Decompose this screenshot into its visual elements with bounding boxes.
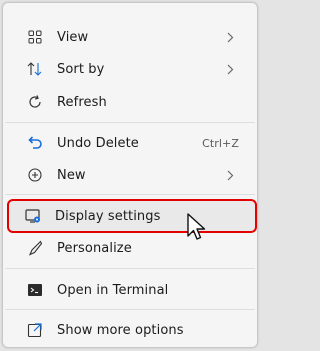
menu-item-label: Sort by [57,61,105,77]
menu-item-undo-delete[interactable]: Undo Delete Ctrl+Z [11,128,251,158]
sort-icon [27,61,43,77]
brush-icon [27,240,43,256]
menu-item-label: Show more options [57,322,184,338]
menu-item-label: Open in Terminal [57,282,169,298]
menu-divider [5,268,255,269]
refresh-icon [27,94,43,110]
desktop-context-menu-screenshot: View Sort by Refresh Undo Delete Ctrl+Z … [0,0,263,351]
menu-item-show-more-options[interactable]: Show more options [11,315,251,345]
menu-item-view[interactable]: View [11,22,251,52]
menu-item-display-settings[interactable]: Display settings [7,199,257,233]
external-icon [27,322,43,338]
menu-item-open-in-terminal[interactable]: Open in Terminal [11,275,251,305]
mouse-pointer-icon [187,213,206,240]
menu-divider [5,309,255,310]
context-menu: View Sort by Refresh Undo Delete Ctrl+Z … [2,2,258,348]
menu-item-label: Display settings [55,208,161,224]
menu-item-label: View [57,29,89,45]
menu-item-label: New [57,167,86,183]
display-icon [25,208,41,224]
menu-item-label: Personalize [57,240,132,256]
grid-icon [27,29,43,45]
chevron-right-icon [225,31,235,43]
undo-icon [27,135,43,151]
menu-item-label: Undo Delete [57,135,139,151]
plus-circle-icon [27,167,43,183]
shortcut-text: Ctrl+Z [202,136,239,150]
menu-item-refresh[interactable]: Refresh [11,87,251,117]
menu-item-personalize[interactable]: Personalize [11,233,251,263]
menu-item-label: Refresh [57,94,107,110]
menu-item-new[interactable]: New [11,160,251,190]
chevron-right-icon [225,169,235,181]
chevron-right-icon [225,63,235,75]
menu-divider [5,194,255,195]
menu-divider [5,122,255,123]
menu-item-sort-by[interactable]: Sort by [11,54,251,84]
terminal-icon [27,282,43,298]
